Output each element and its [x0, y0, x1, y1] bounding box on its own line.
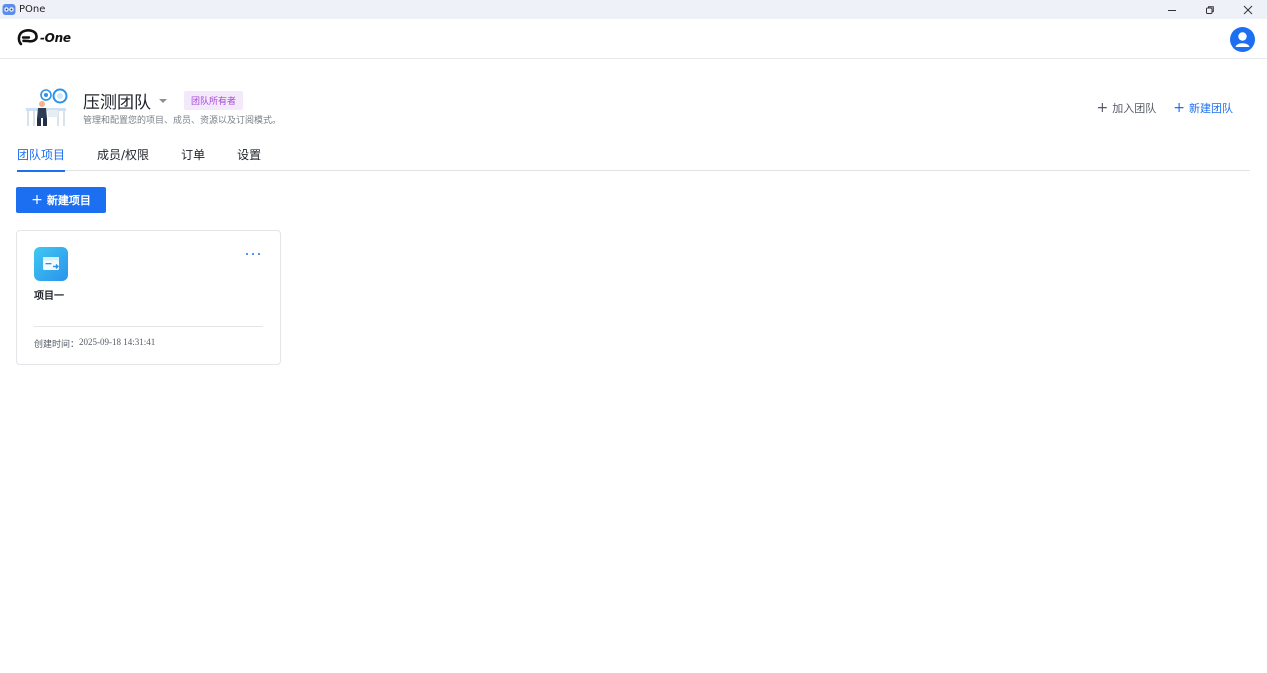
new-team-label: 新建团队: [1189, 102, 1233, 115]
window-controls: [1153, 0, 1267, 19]
team-description: 管理和配置您的项目、成员、资源以及订阅模式。: [83, 116, 282, 126]
created-time: 2025-09-18 14:31:41: [79, 337, 156, 347]
app-header: -One: [0, 19, 1267, 59]
created-label: 创建时间：: [34, 340, 80, 350]
plus-icon: +: [31, 192, 43, 208]
project-created-row: 创建时间： 2025-09-18 14:31:41: [34, 337, 155, 350]
team-name[interactable]: 压测团队: [83, 88, 151, 113]
close-button[interactable]: [1229, 0, 1267, 19]
minimize-button[interactable]: [1153, 0, 1191, 19]
team-illustration-icon: [26, 88, 68, 126]
team-tabs: 团队项目 成员/权限 订单 设置: [17, 140, 1250, 172]
plus-icon: +: [1096, 100, 1109, 116]
logo-text: -One: [40, 31, 71, 45]
logo-p-icon: [17, 29, 38, 46]
minimize-icon: [1168, 9, 1176, 11]
join-team-button[interactable]: + 加入团队: [1097, 100, 1157, 116]
avatar-person-icon: [1235, 32, 1250, 47]
more-icon[interactable]: [246, 251, 260, 257]
tab-orders[interactable]: 订单: [181, 140, 205, 171]
join-team-label: 加入团队: [1112, 102, 1157, 115]
new-project-button[interactable]: + 新建项目: [16, 187, 106, 213]
tab-settings[interactable]: 设置: [237, 140, 261, 171]
window-title: POne: [19, 4, 46, 15]
close-icon: [1243, 5, 1253, 14]
project-folder-icon: [34, 247, 68, 281]
tab-team-projects[interactable]: 团队项目: [17, 140, 66, 172]
team-dropdown-chevron-icon[interactable]: [159, 98, 167, 103]
new-team-button[interactable]: + 新建团队: [1173, 100, 1233, 116]
new-project-label: 新建项目: [46, 194, 91, 207]
plus-icon: +: [1173, 100, 1185, 116]
team-actions: + 加入团队 + 新建团队: [1097, 100, 1233, 116]
tab-members-permissions[interactable]: 成员/权限: [97, 140, 149, 171]
restore-button[interactable]: [1191, 0, 1229, 19]
team-name-row: 压测团队 团队所有者: [83, 88, 244, 113]
card-divider: [34, 326, 263, 327]
user-avatar-icon[interactable]: [1230, 27, 1255, 52]
app-icon: [2, 4, 16, 15]
app-logo[interactable]: -One: [17, 27, 71, 49]
project-name[interactable]: 项目一: [34, 287, 64, 302]
window-titlebar: POne: [0, 0, 1267, 19]
project-card[interactable]: 项目一 创建时间： 2025-09-18 14:31:41: [16, 230, 281, 365]
role-badge: 团队所有者: [184, 91, 244, 110]
restore-icon: [1206, 5, 1214, 14]
